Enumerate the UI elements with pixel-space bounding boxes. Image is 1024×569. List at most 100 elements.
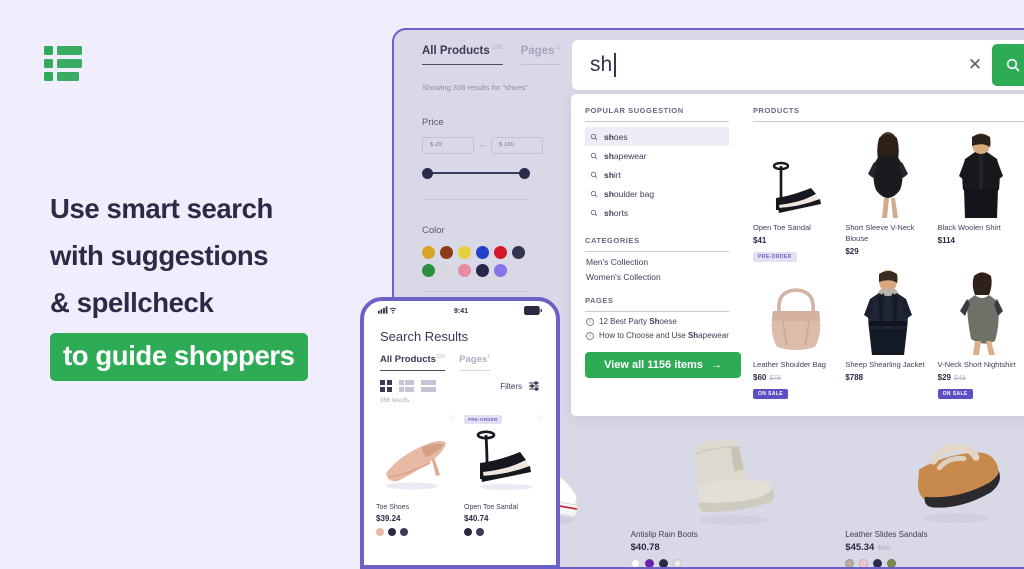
price-max-input[interactable] [491, 136, 544, 154]
color-swatch[interactable] [512, 245, 525, 259]
suggestion-rest: orts [613, 207, 629, 218]
color-dot[interactable] [859, 559, 869, 567]
suggestion-item-shorts[interactable]: shorts [585, 203, 729, 222]
tab-all-products[interactable]: All Products 336 [422, 44, 503, 65]
search-suggestions-dropdown: POPULAR SUGGESTION shoes shapewear shirt [571, 94, 1024, 416]
page-post: oese [659, 317, 677, 326]
v-neck-nightshirt-illustration [959, 272, 1003, 355]
color-dot[interactable] [873, 559, 883, 567]
filter-sidebar: All Products 336 Pages 1 Showing 336 resul… [422, 44, 562, 321]
search-button[interactable] [992, 44, 1024, 86]
tab-pages[interactable]: Pages 1 [520, 44, 561, 65]
product-card[interactable]: Black Woolen Shirt $114 [938, 132, 1024, 263]
color-dot[interactable] [400, 528, 408, 537]
page-item-best-party-shoese[interactable]: i 12 Best Party Shoese [585, 312, 729, 326]
sliders-icon[interactable] [528, 380, 540, 392]
product-name: Leather Slides Sandals [845, 530, 928, 539]
category-item-womens[interactable]: Women's Collection [585, 267, 729, 282]
product-name: V-Neck Short Nightshirt [937, 360, 1016, 369]
product-name: Leather Shoulder Bag [753, 360, 826, 369]
product-name: Antislip Rain Boots [630, 530, 698, 539]
phone-view-controls: Filters [364, 371, 556, 392]
brand-logo [44, 46, 84, 84]
color-swatch[interactable] [458, 245, 471, 259]
product-card[interactable]: V-Neck Short Nightshirt $29 $49 ON SALE [937, 269, 1024, 400]
slider-knob-min[interactable] [422, 167, 433, 179]
suggestion-rest: apewear [613, 150, 647, 161]
suggestion-item-shoulder-bag[interactable]: shoulder bag [585, 184, 729, 203]
product-card[interactable]: Leather Shoulder Bag $60 $78 ON SALE [753, 269, 845, 400]
price-min-input[interactable] [422, 136, 474, 154]
product-old-price: $62 [877, 543, 890, 552]
grid-view-icon[interactable] [380, 380, 392, 392]
phone-product-card-toe-shoes[interactable]: ♡ Toe Shoes $39.24 [376, 412, 456, 537]
page-item-how-to-choose-shapewear[interactable]: i How to Choose and Use Shapewear [585, 326, 729, 340]
row-view-icon[interactable] [421, 380, 436, 392]
product-price: $788 [845, 373, 864, 382]
product-price: $114 [937, 236, 955, 245]
color-swatch[interactable] [422, 245, 435, 259]
result-card-slides-sandals[interactable]: Leather Slides Sandals $45.34$62 8 8.5 [835, 425, 1024, 567]
search-bar[interactable]: sh ✕ [571, 39, 1024, 91]
color-dot[interactable] [672, 559, 682, 567]
color-dot[interactable] [887, 559, 897, 567]
color-dot[interactable] [845, 559, 855, 567]
slider-knob-max[interactable] [519, 167, 530, 179]
result-card-rain-boots[interactable]: Antislip Rain Boots $40.78 6 6.5 7 7.5 8 [621, 425, 836, 567]
color-options [845, 559, 1024, 567]
phone-tab-all-products[interactable]: All Products336 [380, 354, 446, 372]
product-card[interactable]: Sheep Shearling Jacket $788 [845, 269, 937, 400]
product-price: $29 [937, 373, 951, 382]
wishlist-heart-icon[interactable]: ♡ [448, 414, 456, 425]
phone-product-card-open-toe-sandal[interactable]: PRE-ORDER ♡ Open Toe Sandal $40.74 [464, 412, 544, 537]
suggestion-rest: oes [613, 131, 628, 142]
suggestion-bold: sh [604, 188, 614, 199]
color-swatch[interactable] [440, 263, 453, 277]
suggestion-item-shirt[interactable]: shirt [585, 165, 729, 184]
tab-all-products-label: All Products [422, 44, 490, 57]
product-card[interactable]: Short Sleeve V-Neck Blouse $29 [845, 132, 937, 263]
color-dot[interactable] [476, 528, 484, 537]
product-price: $45.34 [845, 542, 875, 553]
color-swatch[interactable] [476, 263, 489, 277]
price-range-slider[interactable] [422, 167, 530, 179]
suggestion-item-shoes[interactable]: shoes [585, 127, 729, 146]
product-card[interactable]: Open Toe Sandal $41 PRE-ORDER [753, 132, 845, 263]
view-all-items-button[interactable]: View all 1156 items → [585, 352, 741, 378]
nude-pump-illustration [386, 441, 446, 490]
search-icon [590, 133, 598, 140]
product-name: Sheep Shearling Jacket [845, 360, 925, 369]
list-view-icon[interactable] [398, 380, 414, 392]
color-swatch[interactable] [458, 263, 471, 277]
search-input[interactable]: sh [590, 53, 612, 77]
search-input-wrap[interactable]: sh [572, 53, 958, 77]
color-swatch[interactable] [494, 245, 507, 259]
color-swatch[interactable] [494, 263, 507, 277]
color-dot[interactable] [630, 559, 640, 567]
page-pre: 12 Best Party [599, 317, 650, 326]
suggestion-rest: irt [613, 169, 622, 180]
category-item-mens[interactable]: Men's Collection [585, 252, 729, 267]
search-icon [590, 171, 598, 178]
color-dot[interactable] [658, 559, 668, 567]
color-swatch[interactable] [422, 263, 435, 277]
color-dot[interactable] [464, 528, 472, 537]
clear-icon[interactable]: ✕ [958, 55, 992, 75]
suggestion-item-shapewear[interactable]: shapewear [585, 146, 729, 165]
wishlist-heart-icon[interactable]: ♡ [536, 414, 544, 425]
color-dot[interactable] [644, 559, 654, 567]
page-bold: Sh [687, 331, 699, 340]
color-swatch[interactable] [476, 245, 489, 259]
phone-mockup: 9:41 Search Results All Products336 Page… [360, 297, 560, 569]
phone-tab-count: 336 [435, 354, 446, 360]
dropdown-products-column: PRODUCTS Open Toe Sandal $41 PRE-ORDER S… [743, 94, 1024, 416]
product-name: Open Toe Sandal [464, 504, 518, 512]
color-dot[interactable] [388, 528, 396, 537]
phone-tab-pages[interactable]: Pages1 [459, 354, 491, 372]
status-badge-pre-order: PRE-ORDER [464, 414, 502, 424]
black-bodysuit-illustration [868, 132, 909, 218]
search-icon [590, 152, 598, 159]
product-price: $29 [845, 247, 859, 256]
color-swatch[interactable] [440, 245, 453, 259]
color-dot[interactable] [376, 528, 384, 537]
